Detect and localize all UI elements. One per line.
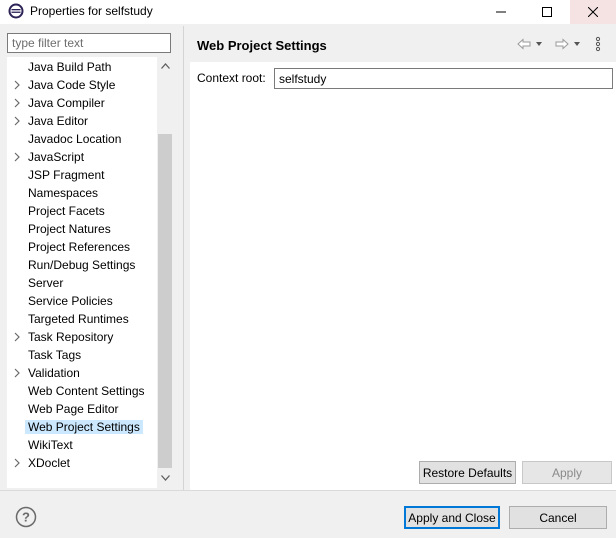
minimize-button[interactable] <box>478 0 524 24</box>
window-title: Properties for selfstudy <box>30 4 153 18</box>
tree-item[interactable]: Project Facets <box>7 202 157 220</box>
tree-item[interactable]: Project References <box>7 238 157 256</box>
tree-item[interactable]: Task Tags <box>7 346 157 364</box>
tree-item[interactable]: Java Code Style <box>7 76 157 94</box>
properties-tree: Java Build Path Java Code Style Java Compi… <box>7 57 157 488</box>
tree-item[interactable]: Javadoc Location <box>7 130 157 148</box>
page-body: Context root: <box>190 62 616 490</box>
maximize-icon <box>542 7 552 17</box>
footer-divider <box>0 490 616 491</box>
tree-item-label: JavaScript <box>28 150 85 164</box>
tree-item[interactable]: Web Page Editor <box>7 400 157 418</box>
tree-item-label: Project References <box>28 240 131 254</box>
restore-defaults-button[interactable]: Restore Defaults <box>419 461 516 484</box>
app-icon <box>8 3 24 19</box>
tree-item[interactable]: Web Content Settings <box>7 382 157 400</box>
tree-item[interactable]: Web Project Settings <box>7 418 157 436</box>
tree-item[interactable]: Project Natures <box>7 220 157 238</box>
tree-item-label: Server <box>28 276 64 290</box>
tree-item-label: Task Repository <box>28 330 114 344</box>
scroll-thumb[interactable] <box>158 134 172 468</box>
tree-item[interactable]: Java Build Path <box>7 58 157 76</box>
properties-navigation: Java Build Path Java Code Style Java Compi… <box>0 26 183 490</box>
tree-scrollbar[interactable] <box>157 57 173 488</box>
close-button[interactable] <box>570 0 616 24</box>
page-title: Web Project Settings <box>197 38 327 53</box>
tree-item-label: Java Code Style <box>28 78 116 92</box>
scroll-down-arrow-icon[interactable] <box>157 471 173 485</box>
tree-item-label: Targeted Runtimes <box>28 312 129 326</box>
tree-item-label: Web Project Settings <box>25 420 143 434</box>
tree-item-label: Java Editor <box>28 114 89 128</box>
tree-item[interactable]: JavaScript <box>7 148 157 166</box>
filter-input[interactable] <box>7 33 171 53</box>
cancel-button[interactable]: Cancel <box>509 506 607 529</box>
back-arrow-icon[interactable] <box>516 36 532 52</box>
tree-item-label: Web Page Editor <box>28 402 119 416</box>
tree-item-label: Java Compiler <box>28 96 105 110</box>
tree-item[interactable]: WikiText <box>7 436 157 454</box>
close-icon <box>588 7 598 17</box>
property-page: Web Project Settings Context root: Resto… <box>184 26 616 490</box>
title-bar: Properties for selfstudy <box>0 0 616 24</box>
tree-item-label: Run/Debug Settings <box>28 258 136 272</box>
scroll-up-arrow-icon[interactable] <box>157 59 173 73</box>
tree-item-label: Java Build Path <box>28 60 112 74</box>
page-navigation-toolbar <box>516 36 608 52</box>
tree-item[interactable]: Java Editor <box>7 112 157 130</box>
tree-item[interactable]: Namespaces <box>7 184 157 202</box>
tree-item[interactable]: Validation <box>7 364 157 382</box>
tree-item-label: Project Natures <box>28 222 111 236</box>
chevron-right-icon[interactable] <box>13 151 23 163</box>
chevron-right-icon[interactable] <box>13 331 23 343</box>
context-root-label: Context root: <box>197 71 266 85</box>
tree-item-label: Validation <box>28 366 80 380</box>
tree-item-label: JSP Fragment <box>28 168 105 182</box>
tree-item[interactable]: Task Repository <box>7 328 157 346</box>
tree-item-label: Task Tags <box>28 348 82 362</box>
apply-and-close-button[interactable]: Apply and Close <box>404 506 500 529</box>
help-icon[interactable]: ? <box>15 506 37 528</box>
tree-item-label: XDoclet <box>28 456 71 470</box>
tree-item[interactable]: Service Policies <box>7 292 157 310</box>
chevron-right-icon[interactable] <box>13 367 23 379</box>
tree-item-label: Javadoc Location <box>28 132 122 146</box>
tree-item-label: Service Policies <box>28 294 113 308</box>
chevron-right-icon[interactable] <box>13 115 23 127</box>
forward-dropdown-icon[interactable] <box>573 36 581 52</box>
tree-item[interactable]: Targeted Runtimes <box>7 310 157 328</box>
forward-arrow-icon[interactable] <box>554 36 570 52</box>
tree-item[interactable]: Java Compiler <box>7 94 157 112</box>
maximize-button[interactable] <box>524 0 570 24</box>
tree-item[interactable]: JSP Fragment <box>7 166 157 184</box>
tree-item-label: Web Content Settings <box>28 384 145 398</box>
chevron-right-icon[interactable] <box>13 97 23 109</box>
view-menu-icon[interactable] <box>594 36 602 52</box>
chevron-right-icon[interactable] <box>13 457 23 469</box>
apply-button[interactable]: Apply <box>522 461 612 484</box>
minimize-icon <box>496 11 506 13</box>
tree-item[interactable]: Server <box>7 274 157 292</box>
back-dropdown-icon[interactable] <box>535 36 543 52</box>
tree-item-label: Namespaces <box>28 186 99 200</box>
chevron-right-icon[interactable] <box>13 79 23 91</box>
tree-item[interactable]: Run/Debug Settings <box>7 256 157 274</box>
tree-item-label: WikiText <box>28 438 73 452</box>
tree-item[interactable]: XDoclet <box>7 454 157 472</box>
context-root-input[interactable] <box>274 68 613 89</box>
tree-item-label: Project Facets <box>28 204 105 218</box>
svg-text:?: ? <box>22 510 30 525</box>
